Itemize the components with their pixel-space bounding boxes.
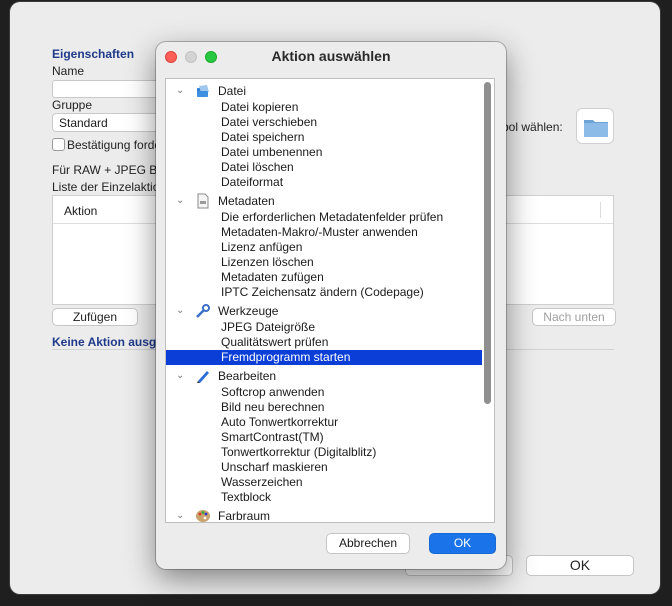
- action-item-label: Fremdprogramm starten: [221, 350, 351, 364]
- action-item-label: Softcrop anwenden: [221, 385, 325, 399]
- action-item[interactable]: Lizenzen löschen: [166, 255, 482, 270]
- action-item-label: Qualitätswert prüfen: [221, 335, 329, 349]
- no-action-label: Keine Aktion ausge: [52, 335, 163, 349]
- tools-icon: [195, 303, 211, 319]
- chevron-down-icon[interactable]: ⌄: [176, 82, 184, 100]
- action-item-label: SmartContrast(TM): [221, 430, 324, 444]
- ok-button[interactable]: OK: [429, 533, 496, 554]
- action-item[interactable]: IPTC Zeichensatz ändern (Codepage): [166, 285, 482, 300]
- category-label: Bearbeiten: [218, 369, 277, 383]
- name-label: Name: [52, 64, 85, 78]
- action-item-label: Tonwertkorrektur (Digitalblitz): [221, 445, 377, 459]
- chevron-down-icon[interactable]: ⌄: [176, 192, 184, 210]
- action-item[interactable]: Softcrop anwenden: [166, 385, 482, 400]
- action-list-label: Liste der Einzelaktio: [52, 180, 160, 194]
- add-button[interactable]: Zufügen: [52, 308, 138, 326]
- action-item-label: Metadaten-Makro/-Muster anwenden: [221, 225, 418, 239]
- action-item[interactable]: Dateiformat: [166, 175, 482, 190]
- symbol-button[interactable]: [576, 108, 614, 144]
- category-bearbeiten[interactable]: ⌄ Bearbeiten: [166, 367, 482, 385]
- symbol-label: bol wählen:: [502, 120, 563, 134]
- action-item-label: Datei löschen: [221, 160, 294, 174]
- action-item-label: Metadaten zufügen: [221, 270, 324, 284]
- category-werkzeuge[interactable]: ⌄ Werkzeuge: [166, 302, 482, 320]
- background-ok-button[interactable]: OK: [526, 555, 634, 576]
- action-item[interactable]: Datei speichern: [166, 130, 482, 145]
- action-item-label: Lizenz anfügen: [221, 240, 303, 254]
- category-label: Werkzeuge: [218, 304, 279, 318]
- folder-icon: [584, 120, 608, 137]
- action-item[interactable]: SmartContrast(TM): [166, 430, 482, 445]
- category-label: Datei: [218, 84, 247, 98]
- file-icon: [195, 83, 211, 99]
- category-label: Metadaten: [218, 194, 275, 208]
- action-item-label: JPEG Dateigröße: [221, 320, 316, 334]
- action-item-label: Bild neu berechnen: [221, 400, 325, 414]
- action-item[interactable]: Qualitätswert prüfen: [166, 335, 482, 350]
- action-item[interactable]: Wasserzeichen: [166, 475, 482, 490]
- action-item[interactable]: Metadaten-Makro/-Muster anwenden: [166, 225, 482, 240]
- action-item-label: Textblock: [221, 490, 272, 504]
- category-datei[interactable]: ⌄ Datei: [166, 82, 482, 100]
- action-item-label: Dateiformat: [221, 175, 284, 189]
- action-item[interactable]: Datei löschen: [166, 160, 482, 175]
- table-header-action: Aktion: [64, 204, 98, 218]
- dialog-title: Aktion auswählen: [271, 48, 391, 64]
- section-properties-title: Eigenschaften: [52, 47, 135, 61]
- palette-icon: [195, 508, 211, 522]
- name-input[interactable]: [52, 80, 162, 98]
- action-tree[interactable]: ⌄ Datei Datei kopieren Datei verschieben Dat…: [165, 78, 495, 523]
- tree-scrollbar[interactable]: [484, 82, 491, 404]
- action-item-label: IPTC Zeichensatz ändern (Codepage): [221, 285, 424, 299]
- action-item[interactable]: JPEG Dateigröße: [166, 320, 482, 335]
- action-item[interactable]: Unscharf maskieren: [166, 460, 482, 475]
- action-item-label: Unscharf maskieren: [221, 460, 328, 474]
- category-farbraum[interactable]: ⌄ Farbraum: [166, 507, 482, 523]
- confirm-checkbox-label: Bestätigung forde: [67, 138, 162, 152]
- confirm-checkbox[interactable]: [52, 138, 65, 151]
- raw-jpeg-label: Für RAW + JPEG Bü: [52, 163, 164, 177]
- cancel-button[interactable]: Abbrechen: [326, 533, 410, 554]
- action-item[interactable]: Tonwertkorrektur (Digitalblitz): [166, 445, 482, 460]
- action-item[interactable]: Die erforderlichen Metadatenfelder prüfe…: [166, 210, 482, 225]
- action-item[interactable]: Lizenz anfügen: [166, 240, 482, 255]
- action-item[interactable]: Datei kopieren: [166, 100, 482, 115]
- action-item-label: Datei speichern: [221, 130, 305, 144]
- category-label: Farbraum: [218, 509, 271, 523]
- action-item-label: Lizenzen löschen: [221, 255, 314, 269]
- move-down-button[interactable]: Nach unten: [532, 308, 616, 326]
- select-action-dialog: Aktion auswählen ⌄ Datei Datei kopieren Dat…: [156, 42, 506, 569]
- action-item-label: Wasserzeichen: [221, 475, 303, 489]
- edit-pencil-icon: [195, 368, 211, 384]
- action-item[interactable]: Textblock: [166, 490, 482, 505]
- action-item[interactable]: Metadaten zufügen: [166, 270, 482, 285]
- action-item-label: Datei umbenennen: [221, 145, 323, 159]
- metadata-icon: [195, 193, 211, 209]
- action-item[interactable]: Auto Tonwertkorrektur: [166, 415, 482, 430]
- action-item-label: Die erforderlichen Metadatenfelder prüfe…: [221, 210, 444, 224]
- chevron-down-icon[interactable]: ⌄: [176, 302, 184, 320]
- action-item[interactable]: Bild neu berechnen: [166, 400, 482, 415]
- action-item-label: Datei kopieren: [221, 100, 299, 114]
- action-item-label: Auto Tonwertkorrektur: [221, 415, 339, 429]
- action-item[interactable]: Datei verschieben: [166, 115, 482, 130]
- dialog-titlebar[interactable]: Aktion auswählen: [156, 42, 506, 70]
- column-divider: [600, 202, 601, 218]
- action-item[interactable]: Fremdprogramm starten: [166, 350, 482, 365]
- chevron-down-icon[interactable]: ⌄: [176, 507, 184, 522]
- chevron-down-icon[interactable]: ⌄: [176, 367, 184, 385]
- category-metadaten[interactable]: ⌄ Metadaten: [166, 192, 482, 210]
- action-item-label: Datei verschieben: [221, 115, 318, 129]
- group-label: Gruppe: [52, 98, 93, 112]
- group-select[interactable]: Standard: [52, 113, 162, 132]
- action-item[interactable]: Datei umbenennen: [166, 145, 482, 160]
